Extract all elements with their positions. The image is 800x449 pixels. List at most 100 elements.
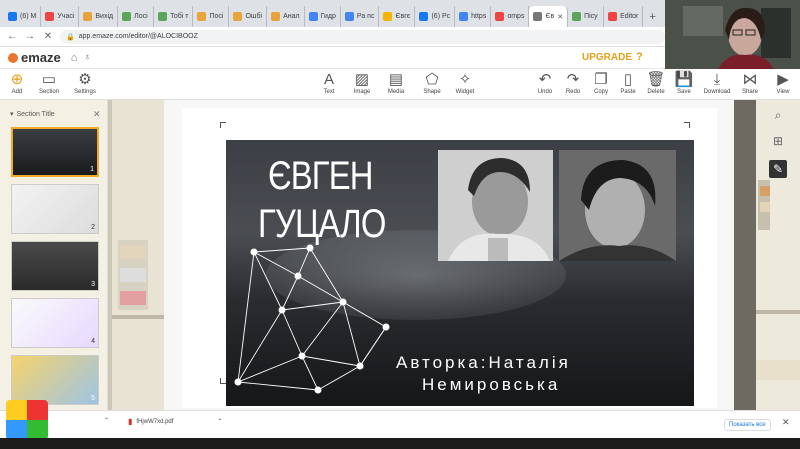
tab-favicon-icon: [158, 12, 168, 21]
save-button[interactable]: 💾 Save: [667, 71, 701, 95]
slide-thumbnail-2[interactable]: 2: [11, 184, 99, 234]
toolbar-label: Undo: [537, 89, 553, 95]
slide-thumbnail-4[interactable]: 4: [11, 298, 99, 348]
slide-thumbnail-3[interactable]: 3: [11, 241, 99, 291]
tab-label: (6) Рс: [431, 13, 451, 20]
tab-label: (6) M: [20, 13, 37, 20]
browser-tab-14[interactable]: Єв ✕: [529, 6, 569, 27]
browser-tab-2[interactable]: Вихід: [79, 6, 119, 27]
help-button[interactable]: ?: [636, 51, 643, 63]
webcam-video: [665, 0, 800, 75]
home-icon[interactable]: ⌂: [71, 52, 78, 64]
new-tab-button[interactable]: +: [643, 6, 661, 27]
portrait-photo-1[interactable]: [438, 150, 553, 261]
tab-label: Вихід: [95, 13, 114, 20]
tab-label: Ра пс: [356, 13, 375, 20]
browser-tab-4[interactable]: Тобі т: [154, 6, 194, 27]
toolbar-label: Section: [38, 89, 59, 95]
section-close-icon[interactable]: ✕: [93, 109, 101, 120]
browser-tab-5[interactable]: Посі: [193, 6, 230, 27]
back-icon[interactable]: ←: [6, 31, 18, 42]
channel-logo-badge: [6, 400, 48, 440]
emaze-logo[interactable]: emaze: [8, 50, 61, 65]
section-button[interactable]: ▭ Section: [32, 71, 66, 95]
browser-tab-6[interactable]: Ошбі: [229, 6, 268, 27]
toolbar-label: Add: [11, 89, 23, 95]
browser-tab-10[interactable]: Євгє: [379, 6, 416, 27]
tab-label: Євгє: [395, 13, 411, 20]
browser-tab-8[interactable]: Гидр: [305, 6, 341, 27]
close-icon[interactable]: ✕: [42, 31, 54, 42]
browser-tab-16[interactable]: Editor: [604, 6, 644, 27]
tab-label: Анал: [283, 13, 300, 20]
download-item-2-name: fHjwW7xd.pdf: [136, 418, 174, 425]
tab-favicon-icon: [83, 12, 93, 21]
browser-tab-3[interactable]: Лосі: [118, 6, 155, 27]
browser-tab-7[interactable]: Анал: [267, 6, 305, 27]
chevron-up-icon[interactable]: ⌃: [104, 417, 109, 424]
copy-icon: ❐: [594, 71, 608, 88]
browser-tab-1[interactable]: Учасі: [41, 6, 80, 27]
tab-favicon-icon: [344, 12, 354, 21]
media-button[interactable]: ▤ Media: [379, 71, 413, 95]
image-button[interactable]: ▨ Image: [345, 71, 379, 95]
tab-label: Editor: [620, 13, 639, 20]
settings-button[interactable]: ⚙ Settings: [68, 71, 102, 95]
portrait-photo-2[interactable]: [559, 150, 676, 261]
chevron-up-icon[interactable]: ⌃: [217, 418, 222, 425]
decor-shelf-left: [112, 100, 164, 410]
browser-tab-strip: (6) M Учасі Вихід Лосі Тобі т Посі Ошбі Анал Гид…: [0, 0, 665, 27]
upgrade-button[interactable]: UPGRADE: [582, 52, 632, 63]
browser-tab-11[interactable]: (6) Рс: [415, 6, 456, 27]
view-icon: ▶: [777, 71, 789, 88]
author-line1[interactable]: Авторка:Наталія: [396, 353, 571, 373]
download-item-2[interactable]: ▮ fHjwW7xd.pdf ⌃: [128, 417, 222, 426]
close-download-bar-icon[interactable]: ✕: [782, 417, 790, 428]
address-bar: ← → ✕ 🔒 app.emaze.com/editor/@ALOCIBOOZ: [0, 27, 665, 47]
comment-icon[interactable]: ✎: [769, 160, 787, 178]
show-all-downloads-button[interactable]: Показать все: [724, 419, 771, 431]
url-field[interactable]: 🔒 app.emaze.com/editor/@ALOCIBOOZ: [60, 29, 665, 44]
download-item-1[interactable]: ⌃: [52, 417, 109, 424]
slide-thumbnail-1[interactable]: 1: [11, 127, 99, 177]
shape-button[interactable]: ⬠ Shape: [415, 71, 449, 95]
slide-title-line2[interactable]: ГУЦАЛО: [258, 202, 386, 247]
tab-favicon-icon: [419, 12, 429, 21]
download-button[interactable]: ⤓ Download: [700, 71, 734, 95]
slide-number: 4: [91, 338, 95, 345]
browser-tab-0[interactable]: (6) M: [4, 6, 42, 27]
tab-favicon-icon: [8, 12, 17, 21]
section-title[interactable]: ▾ Section Title: [10, 110, 55, 119]
trash-icon: 🗑: [646, 71, 666, 88]
browser-tab-12[interactable]: https: [455, 6, 492, 27]
grid-icon[interactable]: ⊞: [769, 132, 787, 150]
slides-panel: ▾ Section Title ✕ 1 2 3 4 5: [0, 100, 108, 410]
share-button[interactable]: ⋈ Share: [733, 71, 767, 95]
browser-tab-15[interactable]: Пісу: [568, 6, 605, 27]
logo-text: emaze: [21, 50, 61, 65]
tab-label: Пісу: [584, 13, 598, 20]
tab-favicon-icon: [533, 12, 543, 21]
add-button[interactable]: ⊕ Add: [0, 71, 34, 95]
search-icon[interactable]: ⌕: [769, 106, 787, 124]
widget-button[interactable]: ✧ Widget: [448, 71, 482, 95]
text-button[interactable]: A Text: [312, 71, 346, 95]
tab-favicon-icon: [45, 12, 55, 21]
slide-title-line1[interactable]: ЄВГЕН: [268, 154, 373, 199]
slide-thumbnail-5[interactable]: 5: [11, 355, 99, 405]
toolbar-label: Copy: [593, 89, 608, 95]
widget-icon: ✧: [458, 71, 472, 88]
lightbulb-icon[interactable]: ♁: [83, 52, 91, 63]
slide-1[interactable]: ЄВГЕН ГУЦАЛО Авторка:Наталія Немировська: [226, 140, 694, 406]
author-line2[interactable]: Немировська: [422, 375, 560, 395]
tab-label: Посі: [209, 13, 224, 20]
browser-tab-13[interactable]: omps: [491, 6, 530, 27]
forward-icon[interactable]: →: [24, 31, 36, 42]
chevron-down-icon: ▾: [10, 111, 14, 118]
tab-favicon-icon: [308, 12, 318, 21]
save-icon: 💾: [674, 71, 694, 88]
browser-tab-9[interactable]: Ра пс: [341, 6, 380, 27]
view-button[interactable]: ▶ View: [766, 71, 800, 95]
tab-favicon-icon: [608, 12, 618, 21]
tab-close-icon[interactable]: ✕: [557, 13, 563, 21]
